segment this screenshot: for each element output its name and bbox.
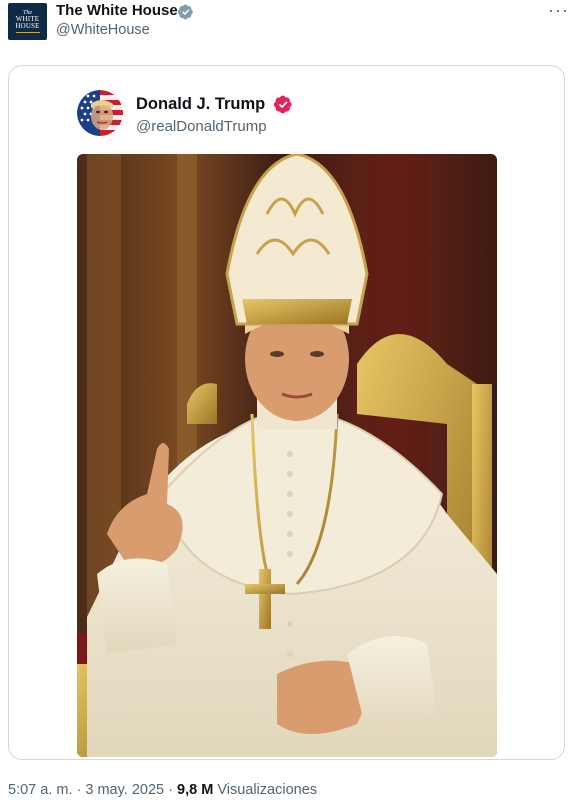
quoted-author-name[interactable]: Donald J. Trump — [136, 95, 265, 114]
verified-red-badge-icon — [274, 95, 292, 114]
tweet-meta: 5:07 a. m. · 3 may. 2025 · 9,8 M Visuali… — [8, 782, 317, 798]
white-house-avatar[interactable]: The WHITE HOUSE — [8, 3, 47, 40]
views-label[interactable]: Visualizaciones — [217, 782, 317, 798]
author-name[interactable]: The White House — [56, 2, 178, 19]
meta-separator: · — [76, 782, 82, 798]
author-handle[interactable]: @WhiteHouse — [56, 22, 150, 38]
views-count[interactable]: 9,8 M — [177, 782, 213, 798]
more-options-icon[interactable]: ··· — [548, 0, 569, 21]
quoted-media-image[interactable] — [77, 154, 497, 757]
verified-gray-badge-icon — [178, 4, 193, 20]
avatar-rule — [15, 32, 40, 33]
trump-avatar[interactable] — [77, 90, 123, 136]
tweet-date[interactable]: 3 may. 2025 — [85, 782, 164, 798]
avatar-text-house: HOUSE — [15, 22, 40, 30]
quoted-author-handle[interactable]: @realDonaldTrump — [136, 118, 267, 135]
tweet-time[interactable]: 5:07 a. m. — [8, 782, 72, 798]
meta-separator-2: · — [168, 782, 173, 798]
